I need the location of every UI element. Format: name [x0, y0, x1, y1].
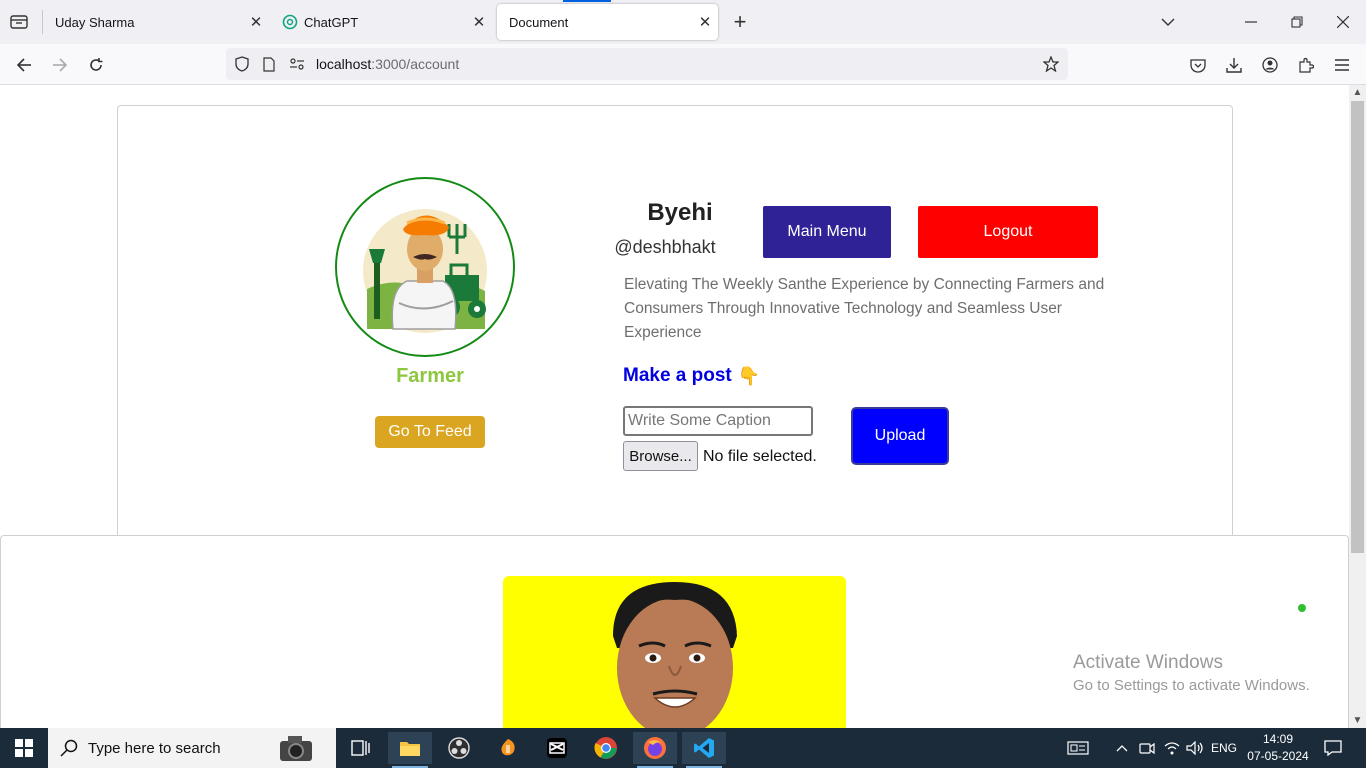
- pointing-down-icon: 👇: [737, 365, 761, 386]
- main-menu-button[interactable]: Main Menu: [763, 206, 891, 258]
- user-role: Farmer: [396, 365, 464, 387]
- extensions-icon[interactable]: [1293, 52, 1319, 78]
- windows-taskbar: Type here to search ENG 14:09 07-05-2024: [0, 728, 1366, 768]
- account-icon[interactable]: [1257, 52, 1283, 78]
- tab-chatgpt[interactable]: ChatGPT ✕: [270, 4, 492, 40]
- task-view-icon[interactable]: [338, 732, 382, 764]
- pocket-icon[interactable]: [1185, 52, 1211, 78]
- scroll-down-icon[interactable]: ▼: [1349, 715, 1366, 726]
- restore-window-icon[interactable]: [1284, 9, 1310, 35]
- shield-icon[interactable]: [229, 51, 255, 77]
- chatgpt-icon: [282, 14, 298, 30]
- chrome-icon[interactable]: [584, 732, 628, 764]
- browser-tab-bar: Uday Sharma ✕ ChatGPT ✕ Document ✕ +: [0, 0, 1366, 44]
- meet-now-icon[interactable]: [1136, 728, 1158, 768]
- clock-time: 14:09: [1262, 732, 1294, 746]
- close-tab-icon[interactable]: ✕: [692, 13, 718, 31]
- downloads-icon[interactable]: [1221, 52, 1247, 78]
- search-icon: [60, 739, 78, 757]
- tab-title: ChatGPT: [304, 14, 359, 30]
- profile-description: Elevating The Weekly Santhe Experience b…: [624, 276, 1105, 341]
- url-text[interactable]: localhost:3000/account: [316, 56, 459, 72]
- post-image: [503, 576, 846, 728]
- activate-windows-subtitle: Go to Settings to activate Windows.: [1073, 677, 1310, 694]
- scroll-up-icon[interactable]: ▲: [1349, 87, 1366, 98]
- close-tab-icon[interactable]: ✕: [243, 13, 269, 31]
- vscode-icon[interactable]: [682, 732, 726, 768]
- hamburger-menu-icon[interactable]: [1329, 52, 1355, 78]
- tab-uday-sharma[interactable]: Uday Sharma ✕: [43, 4, 269, 40]
- make-post-label: Make a post: [623, 365, 732, 386]
- reload-icon[interactable]: [83, 52, 109, 78]
- file-status-text: No file selected.: [703, 448, 817, 465]
- taskbar-search-box[interactable]: Type here to search: [48, 728, 336, 768]
- input-language[interactable]: ENG: [1208, 728, 1240, 768]
- obs-studio-icon[interactable]: [437, 732, 481, 764]
- wifi-icon[interactable]: [1160, 728, 1184, 768]
- bookmark-star-icon[interactable]: [1038, 51, 1064, 77]
- fl-studio-icon[interactable]: [486, 732, 530, 764]
- farmer-illustration-icon: [363, 209, 487, 333]
- forward-icon[interactable]: [47, 52, 73, 78]
- file-explorer-icon[interactable]: [388, 732, 432, 768]
- tab-title: Document: [509, 14, 569, 30]
- permissions-icon[interactable]: [284, 51, 310, 77]
- make-post-heading: Make a post 👇: [623, 365, 760, 387]
- virtual-desktop-icon[interactable]: [1063, 728, 1093, 768]
- url-path: :3000/account: [371, 56, 460, 72]
- profile-handle: @deshbhakt: [614, 237, 716, 257]
- close-window-icon[interactable]: [1330, 9, 1356, 35]
- person-portrait-icon: [613, 582, 737, 728]
- tab-overview-icon[interactable]: [6, 9, 32, 35]
- clock-date: 07-05-2024: [1247, 749, 1309, 763]
- activate-windows-title: Activate Windows: [1073, 652, 1223, 673]
- scrollbar-thumb[interactable]: [1351, 101, 1364, 553]
- taskbar-clock[interactable]: 14:09 07-05-2024: [1246, 731, 1310, 765]
- active-tab-indicator: [563, 0, 611, 2]
- page-info-icon[interactable]: [256, 51, 282, 77]
- close-tab-icon[interactable]: ✕: [466, 13, 492, 31]
- list-all-tabs-icon[interactable]: [1155, 9, 1181, 35]
- url-host: localhost: [316, 56, 372, 72]
- vertical-scrollbar[interactable]: ▲ ▼: [1349, 85, 1366, 728]
- show-hidden-icons-icon[interactable]: [1112, 728, 1132, 768]
- tab-title: Uday Sharma: [55, 14, 135, 30]
- capcut-icon[interactable]: [535, 732, 579, 764]
- firefox-icon[interactable]: [633, 732, 677, 768]
- back-icon[interactable]: [11, 52, 37, 78]
- browse-file-button[interactable]: Browse...: [623, 441, 698, 471]
- farmer-avatar: [335, 177, 515, 357]
- windows-start-icon[interactable]: [0, 728, 48, 768]
- go-to-feed-button[interactable]: Go To Feed: [375, 416, 485, 448]
- address-bar[interactable]: localhost:3000/account: [226, 48, 1068, 80]
- logout-button[interactable]: Logout: [918, 206, 1098, 258]
- page-viewport: Farmer Go To Feed Byehi @deshbhakt Main …: [0, 85, 1366, 735]
- upload-button[interactable]: Upload: [851, 407, 949, 465]
- profile-name: Byehi: [647, 199, 713, 226]
- new-tab-button[interactable]: +: [727, 9, 753, 35]
- search-placeholder: Type here to search: [88, 740, 221, 757]
- notification-center-icon[interactable]: [1318, 728, 1348, 768]
- online-status-dot: [1298, 604, 1306, 612]
- tab-document[interactable]: Document ✕: [497, 4, 718, 40]
- camera-icon: [280, 736, 312, 761]
- minimize-window-icon[interactable]: [1238, 9, 1264, 35]
- caption-input[interactable]: [623, 406, 813, 436]
- volume-icon[interactable]: [1184, 728, 1206, 768]
- navigation-toolbar: localhost:3000/account: [0, 44, 1366, 85]
